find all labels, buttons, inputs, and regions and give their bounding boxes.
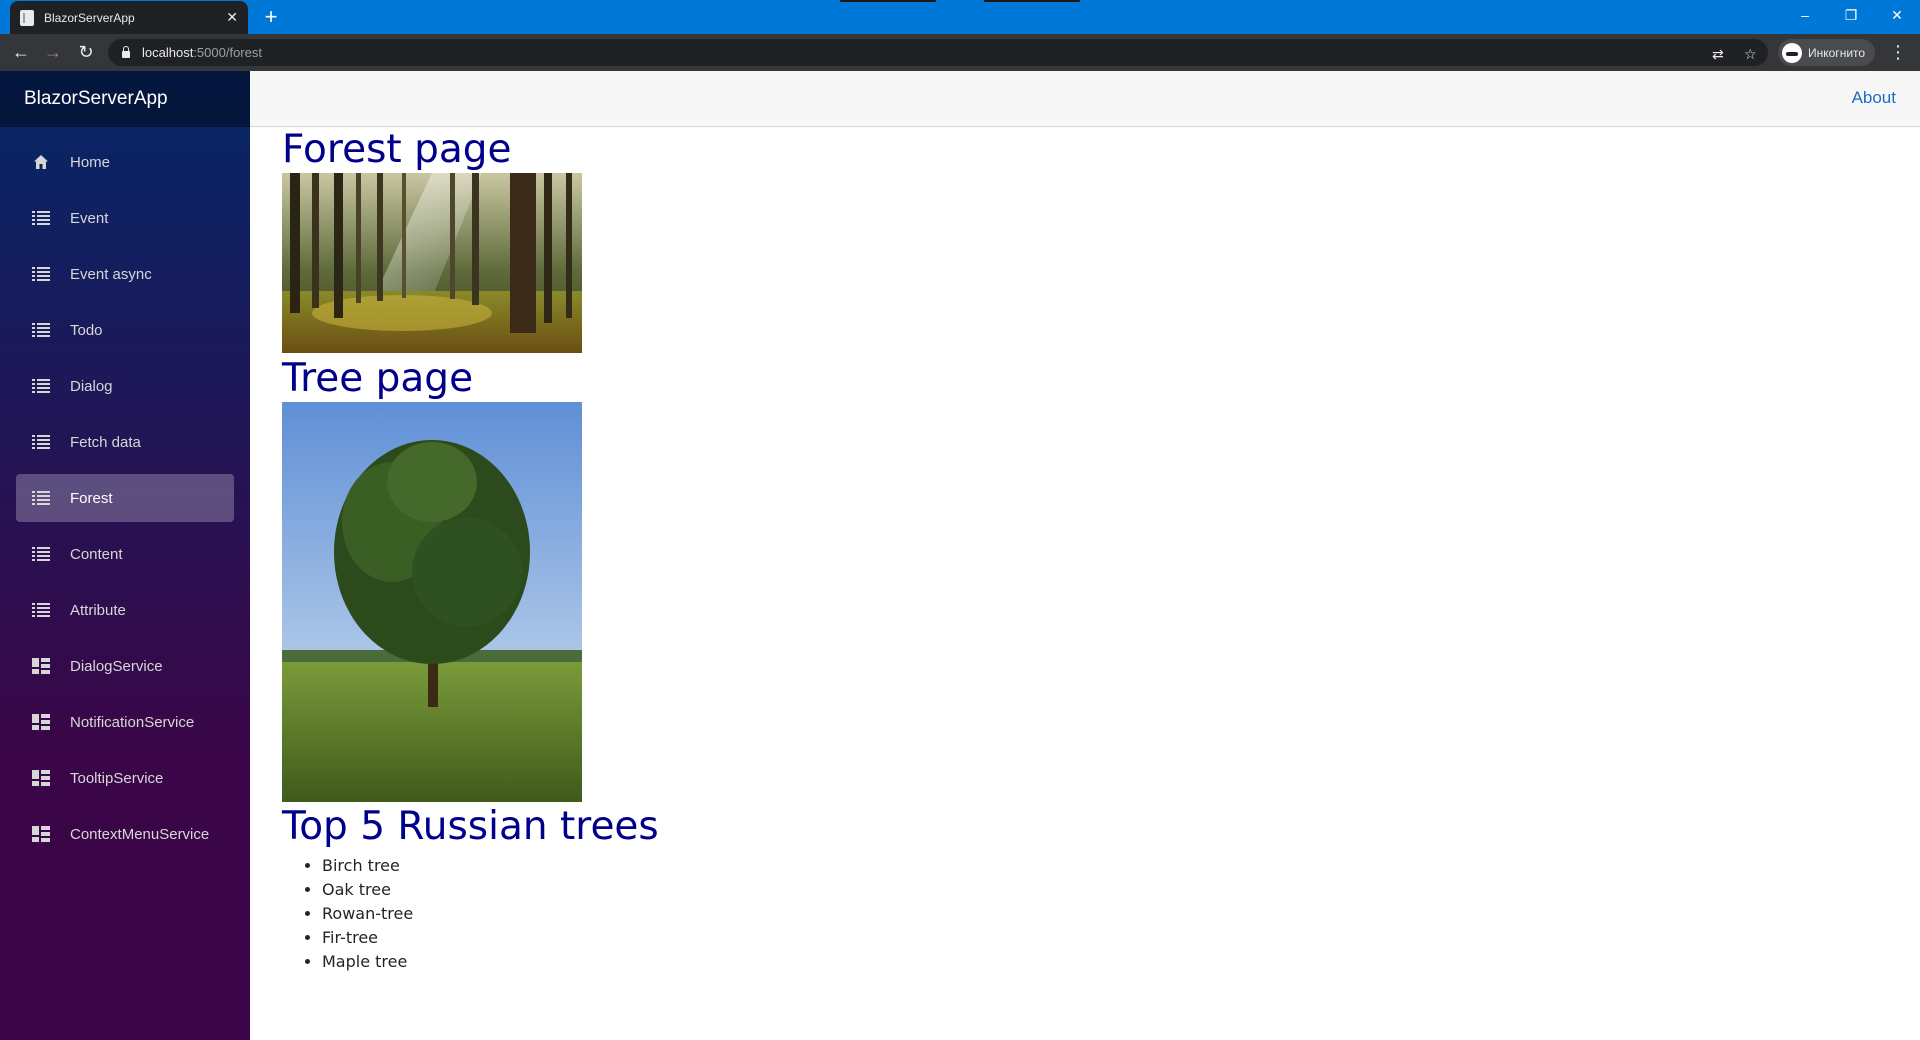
- list-icon: [32, 378, 50, 394]
- close-window-button[interactable]: ✕: [1874, 0, 1920, 30]
- home-icon: [32, 154, 50, 170]
- list-icon: [32, 490, 50, 506]
- sidebar-item-label: Fetch data: [70, 433, 141, 451]
- dashboard-icon: [32, 658, 50, 674]
- forest-heading: Forest page: [282, 127, 512, 172]
- bookmark-star-icon[interactable]: ☆: [1744, 46, 1757, 63]
- list-icon: [32, 322, 50, 338]
- app-brand[interactable]: BlazorServerApp: [0, 71, 250, 127]
- sidebar-nav: Home Event Event async Todo Dialog Fetch data…: [0, 127, 250, 858]
- list-item: Birch tree: [322, 854, 1882, 878]
- sidebar-item-content[interactable]: Content: [16, 530, 234, 578]
- list-item: Oak tree: [322, 878, 1882, 902]
- list-item: Fir-tree: [322, 926, 1882, 950]
- sidebar-item-fetch-data[interactable]: Fetch data: [16, 418, 234, 466]
- browser-toolbar: ← → ↻ localhost:5000/forest ⇄ ☆ Инкогнит…: [0, 34, 1920, 71]
- new-tab-button[interactable]: +: [258, 4, 284, 30]
- forest-image: [282, 173, 582, 353]
- sidebar: BlazorServerApp Home Event Event async Todo…: [0, 71, 250, 1040]
- tree-heading: Tree page: [282, 356, 474, 401]
- sidebar-item-tooltipservice[interactable]: TooltipService: [16, 754, 234, 802]
- about-link[interactable]: About: [1852, 88, 1896, 108]
- browser-tab[interactable]: BlazorServerApp ✕: [10, 1, 248, 34]
- translate-icon[interactable]: ⇄: [1712, 46, 1724, 63]
- sidebar-item-label: Event: [70, 209, 109, 227]
- trees-list: Birch treeOak treeRowan-treeFir-treeMapl…: [282, 854, 1882, 974]
- sidebar-item-home[interactable]: Home: [16, 138, 234, 186]
- list-icon: [32, 210, 50, 226]
- sidebar-item-contextmenuservice[interactable]: ContextMenuService: [16, 810, 234, 858]
- dashboard-icon: [32, 770, 50, 786]
- dashboard-icon: [32, 714, 50, 730]
- list-item: Maple tree: [322, 950, 1882, 974]
- list-item: Rowan-tree: [322, 902, 1882, 926]
- sidebar-item-label: DialogService: [70, 657, 163, 675]
- list-heading: Top 5 Russian trees: [282, 804, 659, 849]
- sidebar-item-label: Dialog: [70, 377, 113, 395]
- incognito-indicator[interactable]: Инкогнито: [1778, 39, 1876, 66]
- back-icon[interactable]: ←: [7, 38, 35, 66]
- incognito-icon: [1782, 42, 1802, 63]
- sidebar-item-label: Forest: [70, 489, 113, 507]
- sidebar-item-label: ContextMenuService: [70, 825, 210, 843]
- list-icon: [32, 434, 50, 450]
- url-path: :5000/forest: [193, 45, 262, 60]
- top-row: About: [250, 71, 1920, 127]
- tab-title: BlazorServerApp: [44, 10, 135, 25]
- list-icon: [32, 266, 50, 282]
- list-icon: [32, 546, 50, 562]
- sidebar-item-label: Content: [70, 545, 123, 563]
- forest-photo-icon: [282, 173, 582, 353]
- sidebar-item-attribute[interactable]: Attribute: [16, 586, 234, 634]
- lock-icon: [122, 46, 130, 58]
- sidebar-item-notificationservice[interactable]: NotificationService: [16, 698, 234, 746]
- sidebar-item-todo[interactable]: Todo: [16, 306, 234, 354]
- sidebar-item-dialogservice[interactable]: DialogService: [16, 642, 234, 690]
- tree-photo-icon: [282, 402, 582, 802]
- address-bar[interactable]: localhost:5000/forest ⇄ ☆: [108, 39, 1768, 66]
- dashboard-icon: [32, 826, 50, 842]
- page-favicon-icon: [20, 9, 34, 26]
- sidebar-item-event-async[interactable]: Event async: [16, 250, 234, 298]
- sidebar-item-event[interactable]: Event: [16, 194, 234, 242]
- sidebar-item-label: NotificationService: [70, 713, 195, 731]
- sidebar-item-label: TooltipService: [70, 769, 164, 787]
- sidebar-item-label: Todo: [70, 321, 103, 339]
- url-host: localhost: [142, 45, 194, 60]
- incognito-label: Инкогнито: [1808, 45, 1866, 60]
- sidebar-item-dialog[interactable]: Dialog: [16, 362, 234, 410]
- tab-close-icon[interactable]: ✕: [226, 9, 238, 26]
- titlebar-mark: [984, 0, 1080, 2]
- sidebar-item-forest[interactable]: Forest: [16, 474, 234, 522]
- reload-icon[interactable]: ↻: [72, 38, 100, 66]
- restore-button[interactable]: ❐: [1828, 0, 1874, 30]
- browser-titlebar: BlazorServerApp ✕ + – ❐ ✕: [0, 0, 1920, 34]
- browser-menu-icon[interactable]: ⋮: [1888, 38, 1908, 66]
- sidebar-item-label: Event async: [70, 265, 152, 283]
- titlebar-mark: [840, 0, 936, 2]
- tree-image: [282, 402, 582, 802]
- minimize-button[interactable]: –: [1782, 0, 1828, 30]
- sidebar-item-label: Attribute: [70, 601, 126, 619]
- sidebar-item-label: Home: [70, 153, 111, 171]
- list-icon: [32, 602, 50, 618]
- forward-icon[interactable]: →: [39, 38, 67, 66]
- main-content: Forest page Tree page Top 5 Russian tree…: [282, 127, 1882, 974]
